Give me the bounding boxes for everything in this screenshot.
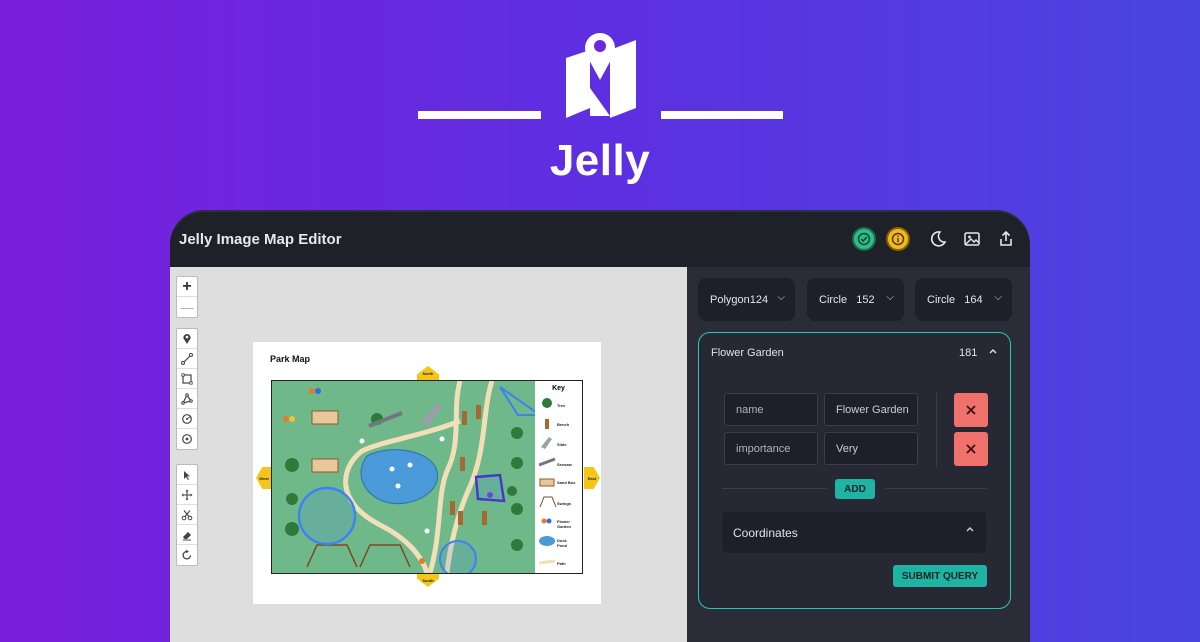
cut-icon[interactable] xyxy=(177,505,197,525)
hero-line-left xyxy=(418,111,541,119)
app-title: Jelly Image Map Editor xyxy=(179,231,342,248)
brand-name: Jelly xyxy=(549,136,651,185)
submit-query-button[interactable]: SUBMIT QUERY xyxy=(893,565,987,587)
jelly-logo-icon xyxy=(566,33,636,118)
attribute-value-field[interactable]: Flower Garden xyxy=(824,393,918,426)
shape-type: Circle xyxy=(927,293,956,306)
coordinates-accordion[interactable]: Coordinates xyxy=(722,512,986,553)
app-window: Jelly Image Map Editor + — Park Map Nort… xyxy=(170,212,1030,642)
rotate-icon[interactable] xyxy=(177,545,197,565)
draw-tools xyxy=(176,328,198,450)
shape-id: 124 xyxy=(749,293,769,306)
map-key: Key Tree Bench Slide Seesaw Sand Box Swi… xyxy=(535,380,583,574)
chevron-down-icon: ⌵ xyxy=(886,292,894,303)
map-canvas[interactable]: + — Park Map North South West East Key T… xyxy=(170,267,687,642)
zoom-out-button[interactable]: — xyxy=(177,297,197,317)
selected-shape-name: Flower Garden xyxy=(711,347,784,359)
move-icon[interactable] xyxy=(177,485,197,505)
zoom-in-button[interactable]: + xyxy=(177,277,197,297)
zoom-controls: + — xyxy=(176,276,198,318)
chevron-down-icon: ⌵ xyxy=(994,292,1002,303)
shape-id: 164 xyxy=(964,293,983,306)
moon-icon[interactable] xyxy=(926,227,950,251)
park-illustration xyxy=(283,380,544,578)
attribute-key-field[interactable]: name xyxy=(724,393,818,426)
add-attribute-button[interactable]: ADD xyxy=(835,479,875,499)
marker-tool-icon[interactable] xyxy=(177,329,197,349)
circle-marker-tool-icon[interactable] xyxy=(177,429,197,449)
park-map-image[interactable]: Park Map North South West East Key Tree … xyxy=(253,342,601,604)
compass-east: East xyxy=(584,467,600,489)
chevron-down-icon: ⌵ xyxy=(777,292,785,303)
park-area xyxy=(271,380,544,578)
attribute-value-field[interactable]: Very xyxy=(824,432,918,465)
rectangle-tool-icon[interactable] xyxy=(177,369,197,389)
delete-attribute-button[interactable] xyxy=(954,432,988,466)
selected-shape-card: Flower Garden 181 name Flower Garden imp… xyxy=(698,332,1011,609)
delete-attribute-button[interactable] xyxy=(954,393,988,427)
shape-type: Polygon xyxy=(710,293,750,306)
polyline-tool-icon[interactable] xyxy=(177,349,197,369)
hero-line-right xyxy=(661,111,783,119)
check-circle-icon[interactable] xyxy=(852,227,876,251)
key-icons xyxy=(538,398,557,565)
compass-west: West xyxy=(256,467,272,489)
edit-tools xyxy=(176,464,198,566)
compass-south: South xyxy=(417,573,439,587)
divider xyxy=(936,393,937,467)
shape-chip-circle-164[interactable]: Circle 164 ⌵ xyxy=(915,278,1012,321)
edit-vertices-icon[interactable] xyxy=(177,465,197,485)
shape-chip-circle-152[interactable]: Circle 152 ⌵ xyxy=(807,278,904,321)
compass-north: North xyxy=(417,366,439,380)
info-circle-icon[interactable] xyxy=(886,227,910,251)
image-icon[interactable] xyxy=(960,227,984,251)
close-icon xyxy=(966,444,976,454)
share-icon[interactable] xyxy=(994,227,1018,251)
chevron-up-icon xyxy=(965,524,975,537)
shape-type: Circle xyxy=(819,293,848,306)
properties-panel: Polygon 124 ⌵ Circle 152 ⌵ Circle 164 ⌵ F… xyxy=(687,267,1030,642)
divider xyxy=(885,488,987,489)
polygon-tool-icon[interactable] xyxy=(177,389,197,409)
title-bar: Jelly Image Map Editor xyxy=(170,212,1030,267)
divider xyxy=(722,488,827,489)
shape-id: 152 xyxy=(856,293,875,306)
close-icon xyxy=(966,405,976,415)
attribute-key-field[interactable]: importance xyxy=(724,432,818,465)
chevron-up-icon[interactable] xyxy=(988,346,998,359)
selected-shape-id: 181 xyxy=(959,347,978,359)
circle-tool-icon[interactable] xyxy=(177,409,197,429)
map-title: Park Map xyxy=(270,354,311,364)
eraser-icon[interactable] xyxy=(177,525,197,545)
shape-chip-polygon[interactable]: Polygon 124 ⌵ xyxy=(698,278,795,321)
coordinates-label: Coordinates xyxy=(733,526,798,540)
